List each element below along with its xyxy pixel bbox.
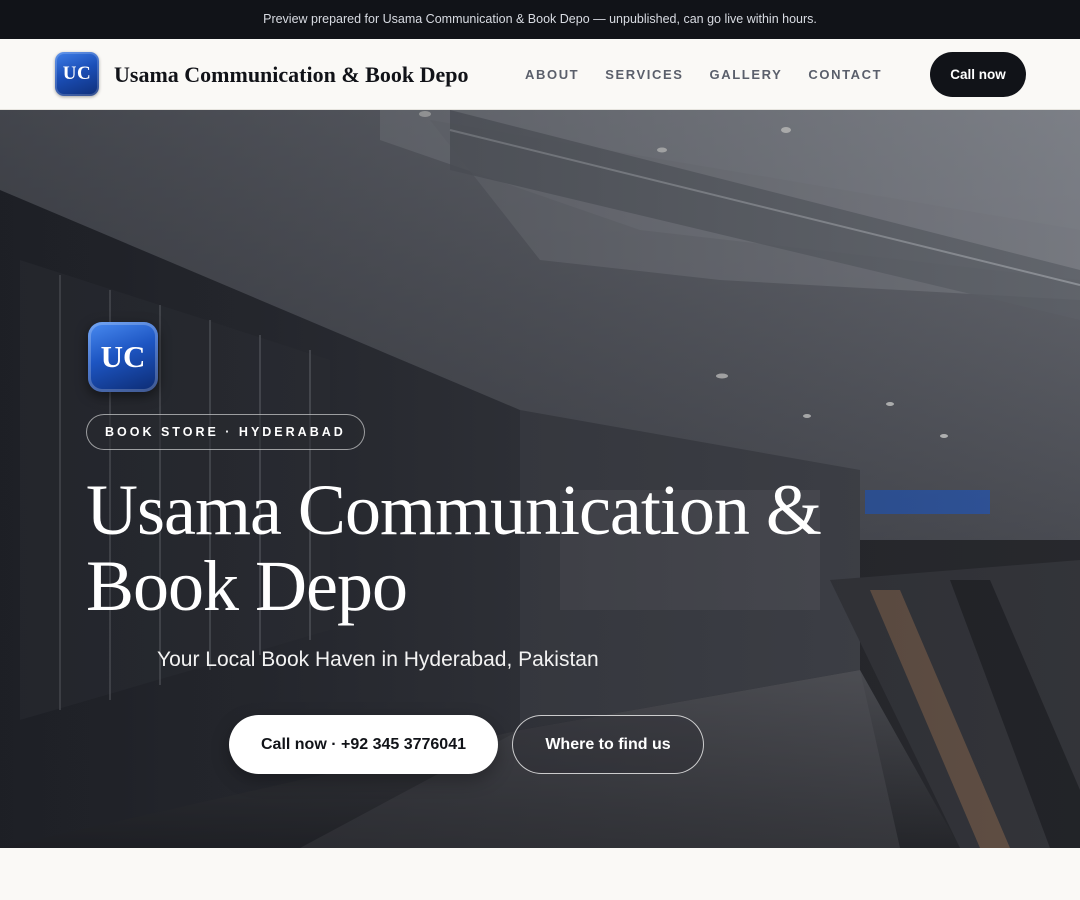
nav-about[interactable]: ABOUT [525,67,579,82]
call-now-button[interactable]: Call now · +92 345 3776041 [229,715,498,774]
nav-gallery[interactable]: GALLERY [710,67,783,82]
hero-subtitle: Your Local Book Haven in Hyderabad, Paki… [157,648,599,671]
main-nav: ABOUT SERVICES GALLERY CONTACT [525,39,908,110]
hero-title: Usama Communication & Book Depo [86,470,822,626]
hero-category-tag: BOOK STORE · HYDERABAD [86,414,365,450]
hero-logo-badge: UC [88,322,158,392]
nav-contact[interactable]: CONTACT [808,67,882,82]
preview-banner-text: Preview prepared for Usama Communication… [263,12,817,26]
preview-banner: Preview prepared for Usama Communication… [0,0,1080,39]
logo-badge[interactable]: UC [55,52,99,96]
header-call-button[interactable]: Call now [930,52,1026,97]
brand-name[interactable]: Usama Communication & Book Depo [114,39,468,110]
nav-services[interactable]: SERVICES [605,67,683,82]
hero-section: UC BOOK STORE · HYDERABAD Usama Communic… [0,110,1080,848]
site-header: UC Usama Communication & Book Depo ABOUT… [0,39,1080,110]
find-us-button[interactable]: Where to find us [512,715,704,774]
